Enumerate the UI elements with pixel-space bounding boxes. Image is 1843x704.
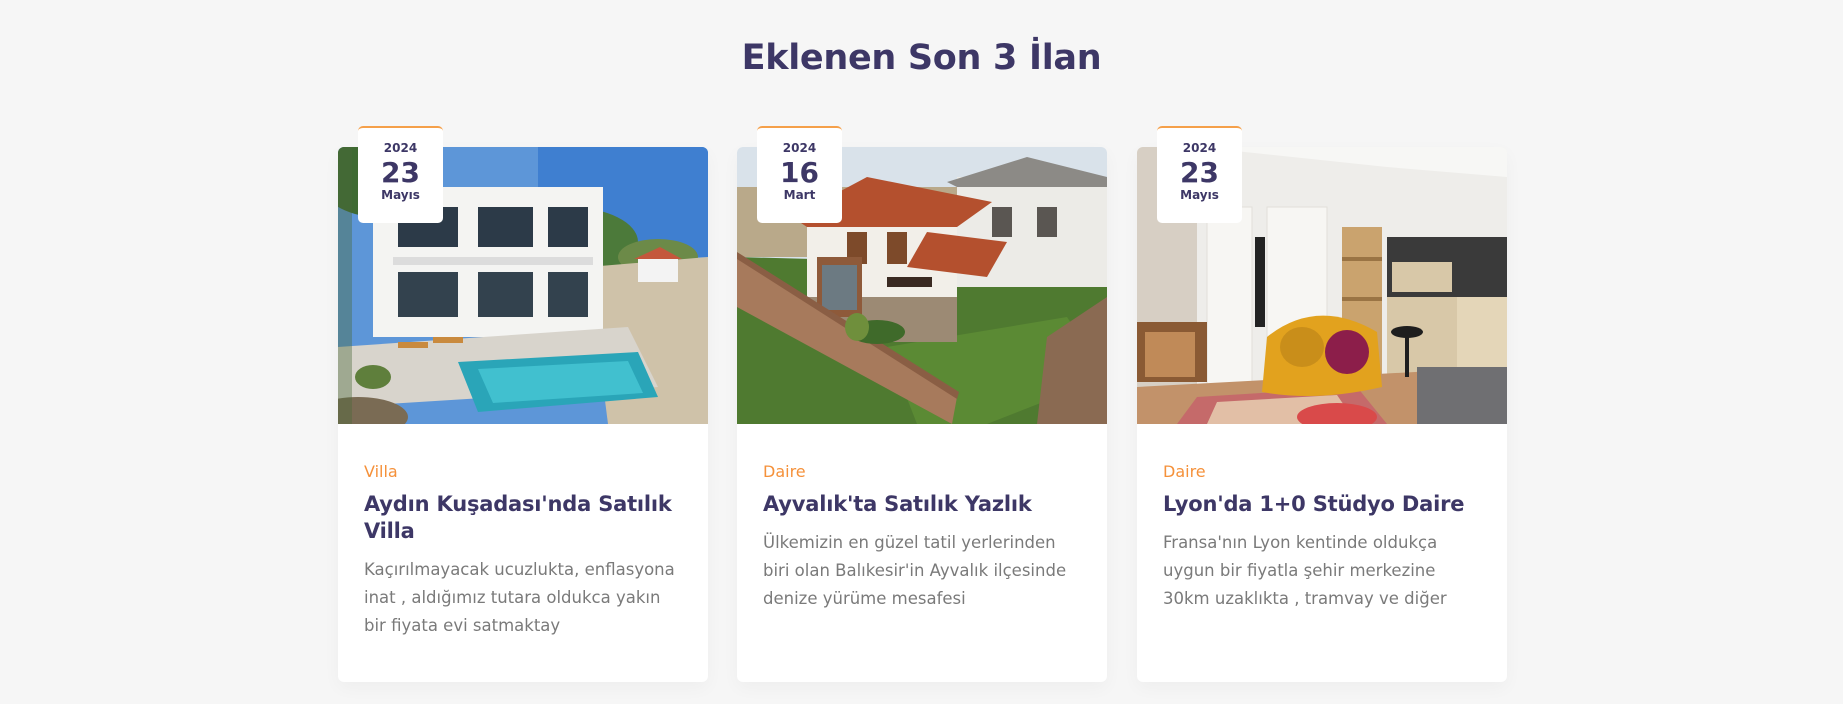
date-day: 23: [381, 156, 420, 189]
card-body: Villa Aydın Kuşadası'nda Satılık Villa K…: [364, 462, 684, 640]
listing-card-villa-kusadasi[interactable]: 2024 23 Mayıs Villa Aydın Kuşadası'nda S…: [338, 126, 708, 682]
date-badge: 2024 23 Mayıs: [358, 126, 443, 223]
card-body: Daire Ayvalık'ta Satılık Yazlık Ülkemizi…: [763, 462, 1083, 613]
listing-description: Ülkemizin en güzel tatil yerlerinden bir…: [763, 533, 1067, 608]
date-badge: 2024 16 Mart: [757, 126, 842, 223]
listing-description: Kaçırılmayacak ucuzlukta, enflasyona ina…: [364, 560, 675, 635]
listing-category[interactable]: Daire: [763, 462, 1083, 482]
section-title: Eklenen Son 3 İlan: [741, 38, 1102, 78]
listing-description: Fransa'nın Lyon kentinde oldukça uygun b…: [1163, 533, 1447, 608]
listing-category[interactable]: Daire: [1163, 462, 1483, 482]
date-badge: 2024 23 Mayıs: [1157, 126, 1242, 223]
listing-title[interactable]: Aydın Kuşadası'nda Satılık Villa: [364, 491, 684, 545]
listing-card-lyon-studyo[interactable]: 2024 23 Mayıs Daire Lyon'da 1+0 Stüdyo D…: [1137, 126, 1507, 682]
date-day: 23: [1180, 156, 1219, 189]
listing-card-ayvalik-yazlik[interactable]: 2024 16 Mart Daire Ayvalık'ta Satılık Ya…: [737, 126, 1107, 682]
date-month: Mayıs: [381, 188, 420, 202]
date-year: 2024: [782, 141, 817, 155]
listing-title[interactable]: Ayvalık'ta Satılık Yazlık: [763, 491, 1083, 518]
date-day: 16: [780, 156, 819, 189]
card-body: Daire Lyon'da 1+0 Stüdyo Daire Fransa'nı…: [1163, 462, 1483, 613]
listing-title[interactable]: Lyon'da 1+0 Stüdyo Daire: [1163, 491, 1483, 518]
date-year: 2024: [1182, 141, 1217, 155]
date-month: Mart: [783, 188, 816, 202]
date-month: Mayıs: [1180, 188, 1219, 202]
date-year: 2024: [383, 141, 418, 155]
listing-category[interactable]: Villa: [364, 462, 684, 482]
